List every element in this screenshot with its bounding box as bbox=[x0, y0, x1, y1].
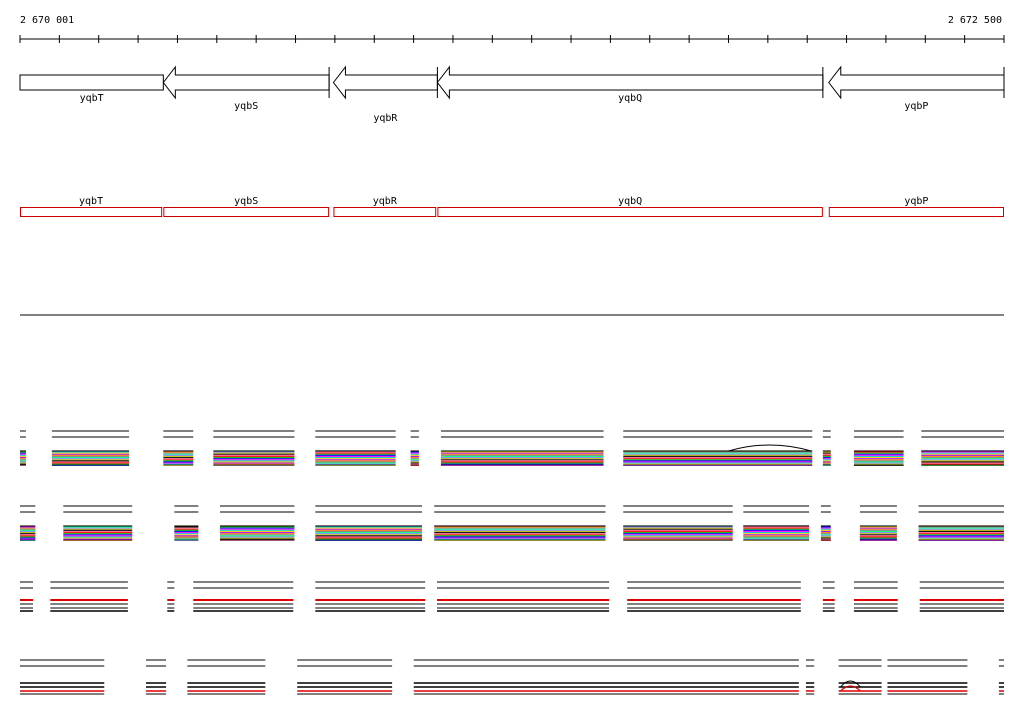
alignment-block bbox=[440, 430, 604, 466]
alignment-block bbox=[853, 581, 898, 612]
alignment-block bbox=[50, 581, 128, 612]
gene-arrow bbox=[19, 74, 164, 91]
gene-arrows-track: yqbT yqbS yqbR yqbQ yqbP bbox=[19, 65, 1005, 124]
cds-label: yqbQ bbox=[618, 196, 642, 207]
alignment-block bbox=[51, 430, 130, 466]
alignment-block bbox=[63, 505, 133, 541]
alignment-block bbox=[193, 581, 294, 612]
track-3 bbox=[20, 581, 1004, 612]
cds-yqbQ: yqbQ bbox=[437, 196, 823, 217]
alignment-block bbox=[859, 505, 897, 541]
alignment-block bbox=[315, 505, 423, 541]
alignment-block bbox=[20, 505, 36, 541]
alignment-block bbox=[163, 430, 194, 466]
cds-yqbP: yqbP bbox=[828, 196, 1004, 217]
alignment-block bbox=[919, 581, 1004, 612]
cds-box bbox=[437, 207, 823, 217]
track-4 bbox=[20, 659, 1004, 695]
alignment-block bbox=[213, 430, 295, 466]
gene-yqbR: yqbR bbox=[332, 65, 438, 124]
alignment-block bbox=[805, 659, 815, 695]
alignment-block bbox=[220, 505, 295, 541]
alignment-tracks bbox=[20, 430, 1004, 695]
alignment-block bbox=[20, 659, 105, 695]
gene-label: yqbR bbox=[373, 113, 398, 124]
gene-label: yqbT bbox=[80, 93, 104, 104]
alignment-block bbox=[820, 505, 831, 541]
alignment-block bbox=[623, 505, 733, 541]
alignment-block bbox=[174, 505, 199, 541]
gene-label: yqbS bbox=[234, 101, 258, 112]
ruler-start-label: 2 670 001 bbox=[20, 15, 74, 26]
alignment-block bbox=[887, 659, 968, 695]
alignment-block bbox=[743, 505, 810, 541]
alignment-block bbox=[853, 430, 904, 466]
gene-arrow bbox=[828, 65, 1005, 100]
gene-yqbP: yqbP bbox=[828, 65, 1005, 112]
gene-arrow bbox=[162, 65, 330, 100]
alignment-block bbox=[623, 430, 813, 466]
gene-yqbT: yqbT bbox=[19, 74, 164, 104]
alignment-block bbox=[838, 659, 882, 695]
genome-canvas: 2 670 001 2 672 500 yqbT yqbS yqbR yqbQ yqbP… bbox=[19, 15, 1005, 695]
cds-boxes-track: yqbT yqbS yqbR yqbQ yqbP bbox=[20, 196, 1004, 217]
alignment-block bbox=[315, 581, 426, 612]
cds-yqbS: yqbS bbox=[163, 196, 330, 217]
gene-label: yqbP bbox=[904, 101, 928, 112]
cds-label: yqbS bbox=[234, 196, 258, 207]
alignment-block bbox=[627, 581, 801, 612]
alignment-block bbox=[315, 430, 396, 466]
alignment-block bbox=[20, 430, 26, 466]
alignment-block bbox=[146, 659, 167, 695]
signal-bump bbox=[728, 444, 812, 452]
alignment-block bbox=[434, 505, 606, 541]
cds-box bbox=[20, 207, 163, 217]
cds-box bbox=[333, 207, 437, 217]
gene-yqbS: yqbS bbox=[162, 65, 330, 112]
alignment-block bbox=[410, 430, 419, 466]
alignment-block bbox=[921, 430, 1004, 466]
cds-label: yqbP bbox=[904, 196, 928, 207]
alignment-block bbox=[998, 659, 1004, 695]
cds-yqbT: yqbT bbox=[20, 196, 163, 217]
alignment-block bbox=[822, 430, 831, 466]
alignment-block bbox=[413, 659, 799, 695]
gene-arrow bbox=[332, 65, 438, 100]
alignment-block bbox=[167, 581, 175, 612]
cds-label: yqbT bbox=[79, 196, 103, 207]
cds-box bbox=[163, 207, 330, 217]
alignment-block bbox=[436, 581, 610, 612]
cds-box bbox=[828, 207, 1004, 217]
cds-label: yqbR bbox=[373, 196, 398, 207]
gene-label: yqbQ bbox=[618, 93, 642, 104]
ruler-end-label: 2 672 500 bbox=[948, 15, 1002, 26]
track-1 bbox=[20, 430, 1004, 466]
alignment-block bbox=[187, 659, 266, 695]
genome-browser-view: 2 670 001 2 672 500 yqbT yqbS yqbR yqbQ yqbP… bbox=[0, 0, 1024, 714]
alignment-block bbox=[20, 581, 33, 612]
alignment-block bbox=[822, 581, 835, 612]
alignment-block bbox=[918, 505, 1004, 541]
cds-yqbR: yqbR bbox=[333, 196, 437, 217]
track-2 bbox=[20, 505, 1004, 541]
alignment-block bbox=[297, 659, 393, 695]
gene-yqbQ: yqbQ bbox=[436, 65, 824, 104]
